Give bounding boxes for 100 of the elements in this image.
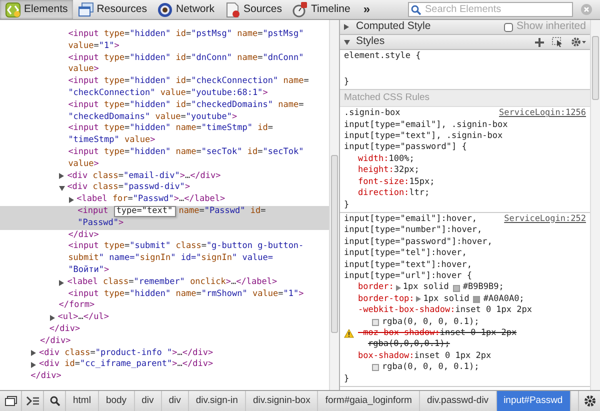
dom-line[interactable]: <label for="Passwd">…</label>: [76, 194, 226, 206]
disclosure-triangle-icon[interactable]: [50, 315, 55, 322]
scrollbar-thumb[interactable]: [592, 36, 599, 100]
dom-line[interactable]: <div class="passwd-div">: [67, 182, 190, 194]
dom-closing-tag[interactable]: </div>: [49, 324, 80, 336]
dom-line[interactable]: <input type="submit" class="g-button g-button-: [68, 241, 304, 254]
breadcrumb[interactable]: body: [98, 391, 135, 411]
panel-tab[interactable]: Elements: [0, 0, 73, 19]
dom-line[interactable]: value="1">: [68, 40, 120, 53]
disclosure-triangle-icon[interactable]: [59, 186, 66, 191]
css-value[interactable]: rgba(0, 0, 0, 0.1);: [382, 316, 480, 328]
console-icon[interactable]: [26, 396, 40, 406]
css-value[interactable]: 32px;: [394, 165, 420, 177]
css-value[interactable]: inset 0 1px 2px: [455, 305, 532, 317]
dom-line[interactable]: submit" name="signIn" id="signIn" value=: [68, 253, 273, 265]
dom-closing-tag[interactable]: </div>: [30, 371, 62, 383]
color-swatch[interactable]: [452, 284, 460, 292]
breadcrumb[interactable]: div: [162, 391, 189, 411]
css-property-name[interactable]: direction:: [358, 188, 410, 200]
css-value[interactable]: rgba(0, 0, 0, 0.1);: [382, 362, 480, 374]
breadcrumb[interactable]: div: [134, 391, 162, 411]
dom-line[interactable]: "Passwd">: [78, 218, 124, 230]
section-title[interactable]: Styles: [356, 34, 385, 50]
dom-line[interactable]: <input type="hidden" name="rmShown" value="1">: [68, 288, 304, 300]
gear-icon[interactable]: [584, 395, 596, 407]
css-property-name[interactable]: box-shadow:: [358, 350, 414, 362]
disclosure-triangle-icon[interactable]: [344, 40, 350, 44]
css-property-name[interactable]: border-top:: [358, 294, 414, 306]
source-link[interactable]: ServiceLogin:1256: [499, 108, 586, 120]
css-property-name[interactable]: border:: [358, 282, 394, 294]
css-value[interactable]: 1px solid: [423, 294, 470, 306]
css-value[interactable]: inset 0 1px 2px: [440, 328, 517, 340]
dom-closing-tag[interactable]: </div>: [68, 230, 99, 242]
css-value[interactable]: 15px;: [409, 176, 435, 188]
breadcrumb[interactable]: input#Passwd: [496, 391, 571, 411]
dom-line[interactable]: <div class="email-div">…</div>: [67, 170, 221, 182]
breadcrumb[interactable]: div.sign-in: [188, 391, 246, 411]
gear-icon[interactable]: [571, 37, 586, 47]
disclosure-triangle-icon[interactable]: [59, 173, 64, 180]
dom-line[interactable]: <ul>…</ul>: [58, 312, 110, 324]
search-icon[interactable]: [50, 396, 60, 406]
css-property-name[interactable]: -webkit-box-shadow:: [358, 305, 456, 317]
source-link[interactable]: ServiceLogin:252: [504, 214, 586, 226]
css-property-name[interactable]: font-size:: [358, 176, 410, 188]
dom-line[interactable]: <input type="hidden" name="secTok" id="secTok": [68, 146, 304, 159]
dom-line[interactable]: <input type="hidden" name="timeStmp" id=: [68, 123, 274, 136]
css-value[interactable]: inset 0 1px 2px: [414, 350, 492, 362]
color-swatch[interactable]: [372, 318, 379, 326]
scrollbar[interactable]: [329, 20, 339, 390]
panel-tab[interactable]: Resources: [72, 0, 152, 19]
dom-closing-tag[interactable]: </form>: [58, 300, 95, 312]
css-property-name[interactable]: width:: [358, 154, 389, 166]
css-value[interactable]: #B9B9B9;: [462, 282, 504, 294]
breadcrumb[interactable]: div.signin-box: [246, 391, 318, 411]
checkbox[interactable]: [504, 22, 513, 32]
scrollbar[interactable]: [590, 20, 600, 390]
disclosure-triangle-icon[interactable]: [31, 362, 36, 368]
more-panels-button[interactable]: »: [355, 0, 378, 19]
cursor-box-icon[interactable]: [552, 37, 563, 47]
dom-line[interactable]: <input type="hidden" id="checkedDomains" name=: [68, 100, 304, 112]
dom-line[interactable]: <input type="hidden" id="checkConnection" name=: [68, 76, 309, 88]
section-title[interactable]: Computed Style: [356, 20, 431, 35]
color-swatch[interactable]: [473, 296, 480, 303]
disclosure-triangle-icon[interactable]: [344, 24, 349, 30]
dom-line[interactable]: value>: [68, 64, 99, 76]
panel-tab[interactable]: Timeline: [287, 0, 356, 19]
dom-line[interactable]: "checkedDomains" value="youtube">: [68, 112, 238, 124]
dom-line[interactable]: name="Passwd" id=: [178, 206, 266, 218]
dom-line[interactable]: "checkConnection" value="youtube:68:1">: [68, 88, 268, 100]
css-value[interactable]: #A0A0A0;: [483, 294, 524, 306]
search-field[interactable]: Search Elements: [408, 2, 573, 17]
dom-line[interactable]: "timeStmp" value>: [68, 135, 156, 147]
dom-line[interactable]: <input type="hidden" id="pstMsg" name="pstMsg": [68, 29, 304, 41]
expand-triangle-icon[interactable]: [396, 285, 401, 292]
dom-line[interactable]: "Войти">: [68, 264, 110, 277]
disclosure-triangle-icon[interactable]: [31, 350, 36, 356]
expand-triangle-icon[interactable]: [416, 296, 422, 302]
css-value[interactable]: ltr;: [409, 188, 430, 200]
dom-line[interactable]: <input: [78, 206, 108, 218]
css-value[interactable]: rgba(0,0,0,0.1);: [368, 339, 450, 351]
css-value[interactable]: 100%;: [388, 154, 414, 166]
section-header[interactable]: Computed Style Show inherited: [340, 20, 590, 35]
dom-line[interactable]: <div class="product-info ">…</div>: [39, 348, 214, 360]
dock-icon[interactable]: [4, 396, 16, 406]
color-swatch[interactable]: [372, 364, 379, 372]
panel-tab[interactable]: Sources: [220, 0, 288, 19]
dom-line[interactable]: <label class="remember" onclick>…</label>: [67, 276, 278, 289]
dom-line[interactable]: <div id="cc_iframe_parent">…</div>: [39, 359, 214, 372]
dom-line[interactable]: value>: [68, 158, 99, 171]
breadcrumb[interactable]: html: [66, 391, 99, 411]
css-property-name[interactable]: height:: [358, 165, 394, 177]
plus-icon[interactable]: [535, 38, 544, 46]
css-value[interactable]: 1px solid: [402, 282, 449, 294]
breadcrumb[interactable]: form#gaia_loginform: [318, 391, 420, 411]
dom-line[interactable]: <input type="hidden" id="dnConn" name="dnConn": [68, 52, 304, 64]
section-header[interactable]: Styles: [340, 35, 590, 50]
disclosure-triangle-icon[interactable]: [59, 280, 64, 286]
panel-tab[interactable]: Network: [152, 0, 220, 19]
css-property-name[interactable]: -moz-box-shadow:: [358, 328, 440, 340]
dom-closing-tag[interactable]: </div>: [40, 336, 71, 348]
